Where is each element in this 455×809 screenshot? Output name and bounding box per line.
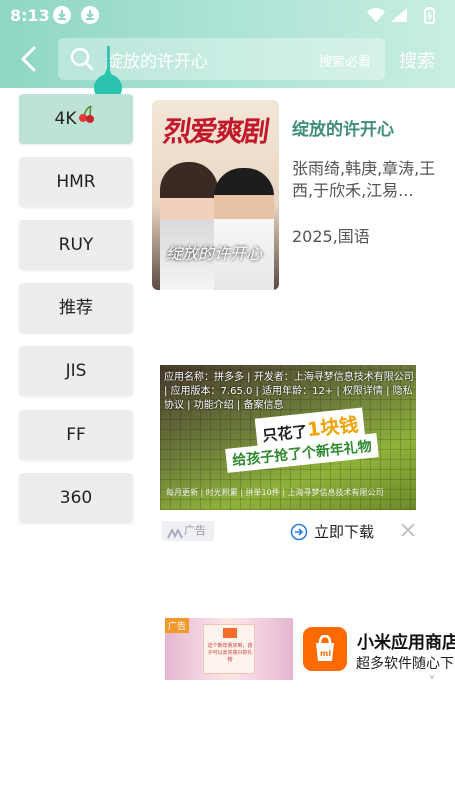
poster-title-art: 烈爱爽剧: [161, 115, 270, 148]
sidebar-item-360[interactable]: 360: [19, 473, 133, 523]
status-time: 8:13: [10, 6, 50, 25]
ad2-app-icon: [223, 628, 237, 638]
close-icon[interactable]: [399, 521, 417, 539]
poster-actor: [214, 168, 274, 290]
status-bar: 8:13: [0, 0, 455, 30]
poster-actress: [160, 162, 218, 290]
ad2-center-text: 这个新年我买到，孩子可以去买高兴的礼物: [207, 643, 253, 663]
back-arrow-icon: [21, 46, 36, 72]
search-input[interactable]: [106, 46, 306, 72]
back-button[interactable]: [14, 44, 44, 74]
sidebar-item-recommend[interactable]: 推荐: [19, 283, 133, 333]
cherry-icon: [77, 94, 97, 144]
download-icon: [53, 6, 71, 24]
sidebar-item-ruy[interactable]: RUY: [19, 220, 133, 270]
poster-subtitle-art: 绽放的许开心: [166, 244, 263, 263]
signal-icon: [391, 8, 407, 22]
wifi-icon: [367, 8, 385, 22]
sidebar-item-ff[interactable]: FF: [19, 410, 133, 460]
ad-tag: 广告: [162, 521, 214, 541]
ad-network-icon: [167, 526, 183, 546]
sidebar-item-4k[interactable]: 4K: [19, 94, 133, 144]
sidebar-item-jis[interactable]: JIS: [19, 346, 133, 396]
result-meta: 2025,国语: [292, 227, 370, 246]
ad-footer-text: 每月更新 | 时光积累 | 拼单10件 | 上海寻梦信息技术有限公司: [166, 488, 384, 497]
svg-text:mi: mi: [320, 649, 331, 658]
search-icon: [70, 47, 94, 75]
download-now-label: 立即下载: [314, 523, 375, 541]
sidebar-item-label: 4K: [54, 109, 77, 129]
ad2-text-area: 小米应用商店 超多软件随心下载: [350, 620, 455, 690]
result-cast: 张雨绮,韩庚,章涛,王西,于欣禾,江易...: [292, 159, 436, 200]
ad2-app-subtitle: 超多软件随心下载: [356, 656, 455, 672]
sidebar-item-hmr[interactable]: HMR: [19, 157, 133, 207]
search-button[interactable]: 搜索: [399, 47, 435, 73]
ad-app-info: 应用名称：拼多多 | 开发者：上海寻梦信息技术有限公司 | 应用版本：7.65.…: [164, 372, 414, 411]
result-title[interactable]: 绽放的许开心: [292, 115, 394, 140]
search-hint: 搜索必看: [318, 55, 371, 70]
download-icon: [81, 6, 99, 24]
text-cursor: [107, 46, 110, 70]
download-arrow-icon: [290, 523, 308, 545]
ad2-center-card: 这个新年我买到，孩子可以去买高兴的礼物: [203, 624, 255, 674]
result-poster[interactable]: 烈爱爽剧 绽放的许开心: [152, 100, 279, 290]
status-icons: [365, 6, 445, 24]
ad2-banner-image[interactable]: 广告 这个新年我买到，孩子可以去买高兴的礼物: [165, 618, 293, 680]
ad-banner-image[interactable]: 应用名称：拼多多 | 开发者：上海寻梦信息技术有限公司 | 应用版本：7.65.…: [160, 365, 416, 510]
battery-icon: [424, 7, 435, 24]
ad2-badge: 广告: [165, 618, 190, 633]
ad-tag-label: 广告: [184, 524, 206, 537]
ad2-tiny-mark: v: [430, 673, 435, 681]
xiaomi-store-logo-icon[interactable]: mi: [303, 627, 347, 671]
ad2-app-title[interactable]: 小米应用商店: [357, 628, 455, 653]
